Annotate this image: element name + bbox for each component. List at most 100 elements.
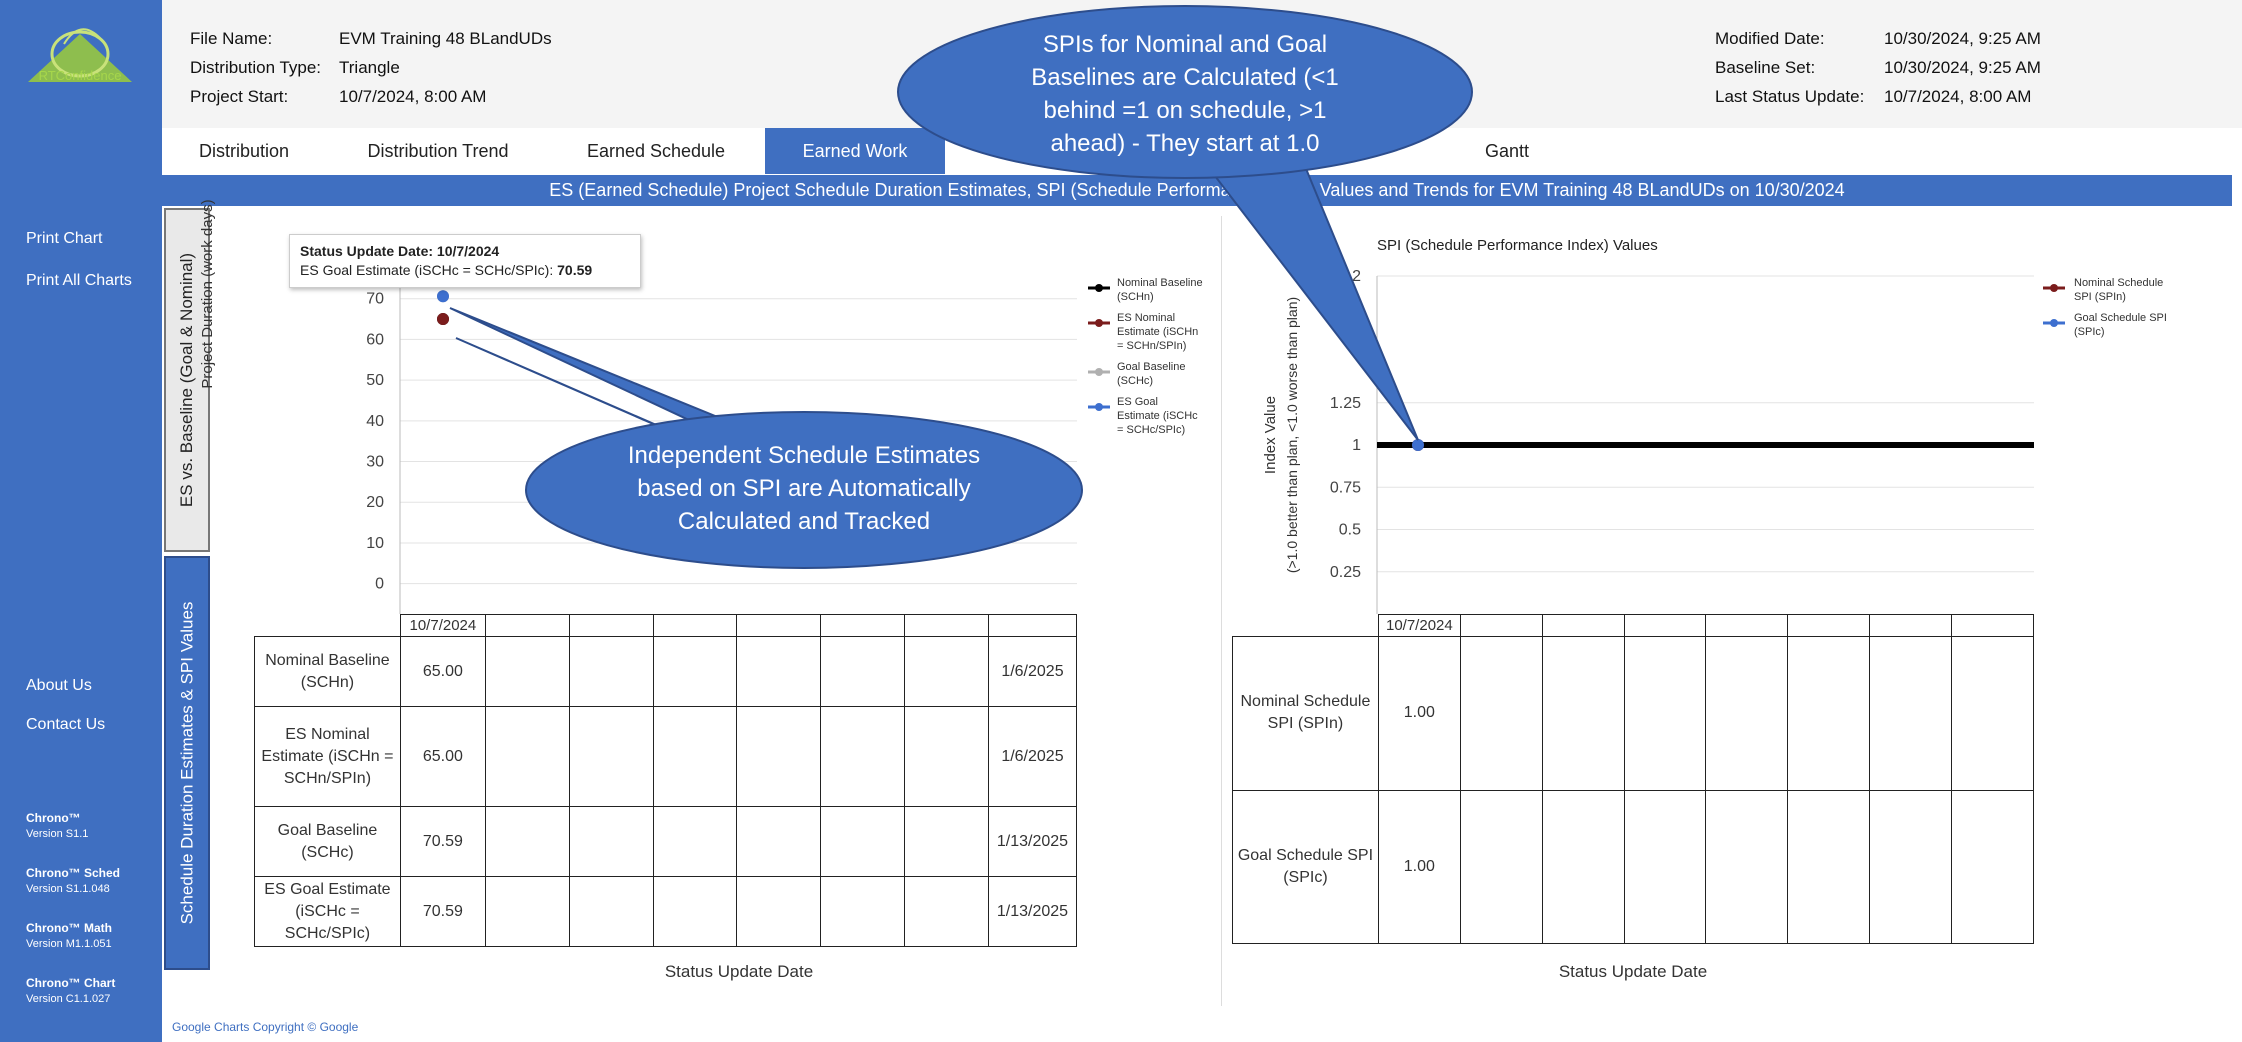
table-date-header: 10/7/2024 xyxy=(1377,613,1461,638)
table-end-date-cell: 1/13/2025 xyxy=(987,876,1078,947)
left-chart-ylabel: Project Duration (work days) xyxy=(199,199,216,389)
table-header-cell xyxy=(652,614,738,637)
table-header-cell xyxy=(820,614,906,637)
callout-line: based on SPI are Automatically xyxy=(637,475,971,502)
left-ytick-label: 70 xyxy=(366,291,384,308)
table-row: ES Nominal Estimate (iSCHn = SCHn/SPIn) 65.… xyxy=(254,706,1078,807)
table-empty-cell xyxy=(652,636,738,707)
tooltip-body: ES Goal Estimate (iSCHc = SCHc/SPIc): 70… xyxy=(300,261,630,280)
table-end-date-cell: 1/13/2025 xyxy=(987,806,1078,877)
table-empty-cell xyxy=(820,706,906,807)
legend-label: = SCHc/SPIc) xyxy=(1117,424,1186,436)
right-ytick-label: 0.5 xyxy=(1339,522,1361,539)
table-value-cell: 70.59 xyxy=(399,876,486,947)
table-empty-cell xyxy=(904,806,989,877)
legend-swatch xyxy=(2043,314,2065,327)
callout-line: behind =1 on schedule, >1 xyxy=(1043,97,1327,124)
left-chart-point xyxy=(437,290,449,303)
table-empty-cell xyxy=(1869,636,1953,791)
table-header-cell xyxy=(904,614,989,637)
table-row: Nominal Baseline (SCHn) 65.00 1/6/2025 xyxy=(254,636,1078,707)
legend-label: ES Nominal xyxy=(1117,312,1176,324)
table-empty-cell xyxy=(1869,789,1953,945)
legend-label: Estimate (iSCHc xyxy=(1117,410,1198,422)
table-empty-cell xyxy=(904,706,989,807)
table-header-cell xyxy=(1623,613,1707,638)
table-row-label: ES Nominal Estimate (iSCHn = SCHn/SPIn) xyxy=(254,706,401,807)
tooltip-title: Status Update Date: 10/7/2024 xyxy=(300,243,500,259)
legend-label: Estimate (iSCHn xyxy=(1117,326,1199,338)
table-header-cell xyxy=(1541,613,1625,638)
right-ytick-label: 1.25 xyxy=(1330,395,1361,412)
table-header-cell xyxy=(484,614,570,637)
table-header-cell xyxy=(1787,613,1871,638)
legend-swatch xyxy=(2043,279,2065,292)
table-row-label: Nominal Baseline (SCHn) xyxy=(254,636,401,707)
legend-label: Nominal Schedule xyxy=(2074,277,2164,289)
table-empty-cell xyxy=(1705,789,1789,945)
right-ytick-label: 0.75 xyxy=(1330,479,1361,496)
table-empty-cell xyxy=(484,876,570,947)
tooltip-label: ES Goal Estimate (iSCHc = SCHc/SPIc): xyxy=(300,262,554,278)
callout-spi-text: SPIs for Nominal and Goal Baselines are … xyxy=(896,28,1474,160)
table-empty-cell xyxy=(484,636,570,707)
table-empty-cell xyxy=(1459,789,1543,945)
table-value-cell: 70.59 xyxy=(399,806,486,877)
table-empty-cell xyxy=(652,876,738,947)
table-end-date-cell: 1/6/2025 xyxy=(987,706,1078,807)
legend-label: ES Goal xyxy=(1117,396,1158,408)
right-chart-xlabel: Status Update Date xyxy=(1558,962,1708,981)
legend-label: Nominal Baseline xyxy=(1117,277,1203,289)
table-empty-cell xyxy=(568,636,654,707)
table-header-cell xyxy=(254,614,401,637)
right-chart-title: SPI (Schedule Performance Index) Values xyxy=(1377,237,1658,254)
table-empty-cell xyxy=(820,806,906,877)
table-empty-cell xyxy=(736,876,822,947)
table-value-cell: 65.00 xyxy=(399,636,486,707)
table-empty-cell xyxy=(820,636,906,707)
right-chart-point xyxy=(1412,439,1424,451)
table-value-cell: 1.00 xyxy=(1377,789,1461,945)
table-empty-cell xyxy=(652,806,738,877)
table-header-cell xyxy=(1232,614,1379,638)
callout-line: Calculated and Tracked xyxy=(677,508,931,535)
table-empty-cell xyxy=(736,636,822,707)
table-row-label: Goal Baseline (SCHc) xyxy=(254,806,401,877)
legend-swatch xyxy=(1088,363,1110,376)
table-header-row: 10/7/2024 xyxy=(1232,613,2034,638)
callout-line: SPIs for Nominal and Goal xyxy=(1042,31,1328,58)
table-empty-cell xyxy=(820,876,906,947)
legend-swatch xyxy=(1088,398,1110,411)
legend-label: (SPIc) xyxy=(2074,326,2105,338)
table-header-row: 10/7/2024 xyxy=(254,614,1078,637)
table-header-cell xyxy=(1951,613,2034,638)
right-chart-ylabel-note: (>1.0 better than plan, <1.0 worse than … xyxy=(1284,296,1300,574)
left-chart-xlabel: Status Update Date xyxy=(664,962,814,981)
right-chart-series xyxy=(1377,439,2034,451)
legend-label: (SCHn) xyxy=(1117,291,1154,303)
left-chart-points xyxy=(437,290,449,326)
left-ytick-label: 60 xyxy=(366,331,384,348)
table-empty-cell xyxy=(736,706,822,807)
table-empty-cell xyxy=(904,876,989,947)
legend-label: (SCHc) xyxy=(1117,375,1154,387)
left-chart-point xyxy=(437,313,449,326)
table-date-header: 10/7/2024 xyxy=(399,614,486,637)
table-row: Goal Baseline (SCHc) 70.59 1/13/2025 xyxy=(254,806,1078,877)
left-ytick-label: 40 xyxy=(366,413,384,430)
table-empty-cell xyxy=(1787,789,1871,945)
table-empty-cell xyxy=(904,636,989,707)
callout-line: ahead) - They start at 1.0 xyxy=(1050,130,1320,157)
left-ytick-label: 10 xyxy=(366,535,384,552)
table-row: Goal Schedule SPI (SPIc) 1.00 xyxy=(1232,789,2034,945)
google-charts-copyright[interactable]: Google Charts Copyright © Google xyxy=(172,1020,358,1034)
table-empty-cell xyxy=(736,806,822,877)
tooltip-value: 70.59 xyxy=(557,262,593,278)
legend-label: Goal Schedule SPI xyxy=(2074,312,2167,324)
table-empty-cell xyxy=(1623,636,1707,791)
table-empty-cell xyxy=(1541,636,1625,791)
right-ytick-label: 1 xyxy=(1352,437,1361,454)
left-ytick-label: 30 xyxy=(366,454,384,471)
table-end-date-cell: 1/6/2025 xyxy=(987,636,1078,707)
table-value-cell: 1.00 xyxy=(1377,636,1461,791)
